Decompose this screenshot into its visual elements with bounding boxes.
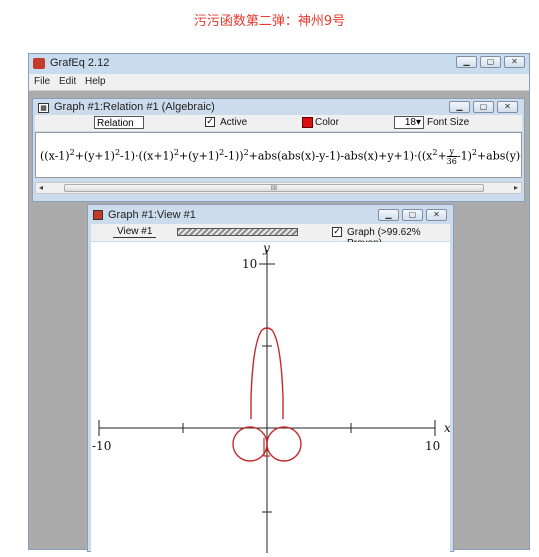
close-button[interactable]: ✕ [504,56,525,68]
proof-progress-bar [177,228,298,236]
view-toolbar: View #1 ✓ Graph (>99.62% Proven) [91,224,450,249]
active-checkbox[interactable]: ✓ [205,117,215,127]
relation-window-icon: ▦ [38,103,49,113]
view-window-controls: ▁ ▢ ✕ [378,209,447,221]
view-window-title: Graph #1:View #1 [108,209,196,221]
relation-window-title: Graph #1:Relation #1 (Algebraic) [54,101,215,113]
caption-title: 污污函数第二弹：神州9号 [193,14,346,29]
grafeq-app-icon [33,58,45,69]
font-size-label: Font Size [427,117,470,128]
font-size-select[interactable]: 18▾ [394,116,424,129]
font-size-value: 18 [404,117,416,128]
app-title: GrafEq 2.12 [50,57,110,69]
equation-text: ((x-1)2+(y+1)2-1)·((x+1)2+(y+1)2-1))2+ab… [40,147,521,166]
y-max-tick-label: 10 [242,257,257,271]
menu-help[interactable]: Help [85,76,106,87]
view-minimize-button[interactable]: ▁ [378,209,399,221]
y-axis-label: y [262,242,270,255]
scroll-thumb[interactable]: III [64,184,484,192]
minimize-button[interactable]: ▁ [456,56,477,68]
menu-edit[interactable]: Edit [59,76,76,87]
grafeq-main-window: GrafEq 2.12 ▁ ▢ ✕ File Edit Help ▦ Graph… [28,53,530,553]
graph-plot-area[interactable]: x y -10 10 10 [91,241,451,553]
relation-name-field[interactable]: Relation #1 [94,116,144,142]
color-label: Color [315,117,339,128]
color-swatch[interactable] [302,117,313,128]
relation-toolbar: Relation #1 ✓ Active Color 18▾ Font Size [35,115,522,142]
curve-left-circle [232,426,268,462]
x-max-tick-label: 10 [425,439,440,453]
relation-window-controls: ▁ ▢ ✕ [449,101,518,113]
x-min-tick-label: -10 [92,439,111,453]
view-window: Graph #1:View #1 ▁ ▢ ✕ View #1 ✓ Graph (… [87,204,454,553]
graph-canvas[interactable]: x y -10 10 10 [91,241,451,553]
view-name-label[interactable]: View #1 [113,226,157,238]
relation-minimize-button[interactable]: ▁ [449,101,470,113]
relation-window: ▦ Graph #1:Relation #1 (Algebraic) ▁ ▢ ✕… [32,98,525,202]
equation-editor[interactable]: ((x-1)2+(y+1)2-1)·((x+1)2+(y+1)2-1))2+ab… [35,132,522,178]
active-label: Active [220,117,248,128]
relation-restore-button[interactable]: ▢ [473,101,494,113]
view-close-button[interactable]: ✕ [426,209,447,221]
view-restore-button[interactable]: ▢ [402,209,423,221]
menu-bar: File Edit Help [29,74,529,91]
menu-file[interactable]: File [34,76,50,87]
scroll-right-arrow-icon[interactable]: ▸ [514,183,518,193]
relation-close-button[interactable]: ✕ [497,101,518,113]
main-window-controls: ▁ ▢ ✕ [456,56,525,68]
view-window-icon [93,210,103,220]
relation-horizontal-scrollbar[interactable]: ◂ III ▸ [35,182,522,194]
curve-right-circle [266,426,302,462]
scroll-left-arrow-icon[interactable]: ◂ [39,183,43,193]
graph-checkbox[interactable]: ✓ [332,227,342,237]
restore-button[interactable]: ▢ [480,56,501,68]
x-axis-label: x [444,421,450,435]
